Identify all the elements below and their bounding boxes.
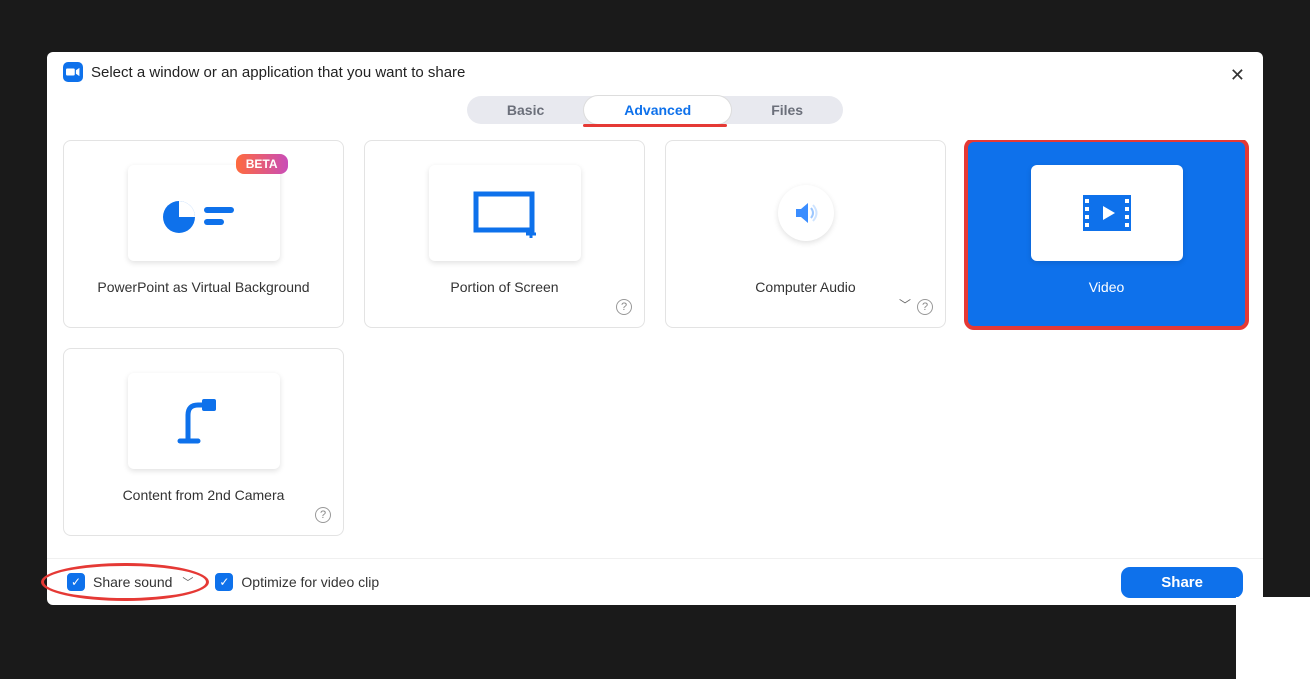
dialog-title: Select a window or an application that y… — [91, 64, 465, 81]
option-label: Content from 2nd Camera — [123, 487, 285, 503]
tab-group: Basic Advanced Files — [467, 96, 843, 124]
share-screen-dialog: Select a window or an application that y… — [47, 52, 1263, 605]
powerpoint-thumb: BETA — [128, 165, 280, 261]
share-options-grid: BETA PowerPoint as Virtual Background Po… — [47, 140, 1263, 558]
tab-basic[interactable]: Basic — [467, 96, 584, 124]
zoom-app-icon — [63, 62, 83, 82]
share-sound-checkbox[interactable]: ✓ Share sound ﹀ — [67, 573, 193, 591]
option-label: Computer Audio — [755, 279, 855, 295]
dialog-header: Select a window or an application that y… — [47, 52, 1263, 90]
camera2-thumb — [128, 373, 280, 469]
video-thumb — [1031, 165, 1183, 261]
annotation-underline — [583, 124, 727, 127]
audio-thumb — [730, 165, 882, 261]
portion-thumb — [429, 165, 581, 261]
beta-badge: BETA — [236, 154, 288, 174]
chevron-down-icon[interactable]: ﹀ — [899, 296, 911, 313]
close-icon[interactable]: ✕ — [1230, 66, 1245, 84]
option-label: Portion of Screen — [450, 279, 558, 295]
tab-files[interactable]: Files — [731, 96, 843, 124]
dialog-footer: ✓ Share sound ﹀ ✓ Optimize for video cli… — [47, 558, 1263, 605]
tab-advanced[interactable]: Advanced — [584, 96, 731, 124]
share-sound-label: Share sound — [93, 574, 172, 590]
checkbox-icon: ✓ — [215, 573, 233, 591]
overlay-square — [1236, 597, 1310, 679]
option-video[interactable]: Video — [966, 140, 1247, 328]
option-portion-of-screen[interactable]: Portion of Screen ? — [364, 140, 645, 328]
chevron-down-icon[interactable]: ﹀ — [182, 574, 193, 590]
option-label: PowerPoint as Virtual Background — [97, 279, 309, 295]
option-label: Video — [1089, 279, 1125, 295]
share-button[interactable]: Share — [1121, 567, 1243, 598]
help-icon[interactable]: ? — [315, 507, 331, 523]
help-icon[interactable]: ? — [917, 299, 933, 315]
tab-bar: Basic Advanced Files — [47, 96, 1263, 124]
option-powerpoint-virtual-bg[interactable]: BETA PowerPoint as Virtual Background — [63, 140, 344, 328]
option-computer-audio[interactable]: Computer Audio ﹀ ? — [665, 140, 946, 328]
option-2nd-camera[interactable]: Content from 2nd Camera ? — [63, 348, 344, 536]
help-icon[interactable]: ? — [616, 299, 632, 315]
optimize-video-checkbox[interactable]: ✓ Optimize for video clip — [215, 573, 379, 591]
checkbox-icon: ✓ — [67, 573, 85, 591]
optimize-label: Optimize for video clip — [241, 574, 379, 590]
